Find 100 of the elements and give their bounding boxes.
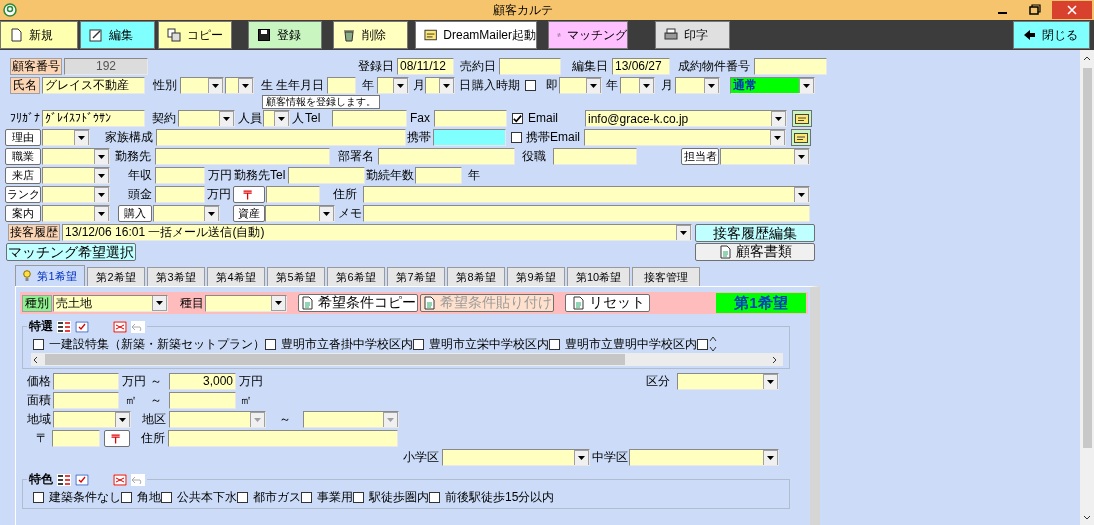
- label-button[interactable]: 理由: [5, 129, 41, 146]
- tab[interactable]: 第5希望: [267, 267, 325, 286]
- field-label: 日: [459, 79, 471, 92]
- checkbox-option[interactable]: 前後駅徒歩15分以内: [429, 488, 555, 506]
- field-label: 年: [362, 79, 374, 92]
- label-button[interactable]: 資産: [233, 205, 265, 222]
- label-button[interactable]: 担当者: [681, 148, 719, 165]
- toolbar-button[interactable]: 閉じる: [1013, 21, 1090, 49]
- tab[interactable]: 第1希望: [15, 265, 85, 286]
- toolbar-button[interactable]: DreamMailer起動: [415, 21, 537, 49]
- checkbox-option[interactable]: 建築条件なし: [33, 488, 121, 506]
- checkbox-option[interactable]: 駅徒歩圏内: [353, 488, 429, 506]
- field-label: 年収: [128, 169, 152, 182]
- field-label: 購入時期: [472, 79, 520, 92]
- checkbox-option[interactable]: 豊明市立栄中学校区内: [413, 335, 549, 353]
- checkbox-option[interactable]: 都市ガス: [237, 488, 301, 506]
- label-button[interactable]: 来店: [5, 167, 41, 184]
- text-field[interactable]: グレイス不動産: [42, 77, 145, 94]
- field-label: 区分: [646, 375, 671, 388]
- toolbar-button[interactable]: 印字: [655, 21, 730, 49]
- field-label: 役職: [522, 150, 547, 163]
- field-label: 家族構成: [105, 131, 153, 144]
- action-button[interactable]: 希望条件コピー: [298, 294, 418, 312]
- tab[interactable]: 第10希望: [567, 267, 630, 286]
- field-label: 人: [292, 112, 304, 125]
- field-label: 住所: [141, 432, 165, 445]
- field-label: 面積: [27, 394, 51, 407]
- checkbox-option[interactable]: 公共本下水: [161, 488, 237, 506]
- field-label: 年: [468, 169, 481, 182]
- field-label: ～: [150, 375, 163, 388]
- field-label: Tel: [305, 112, 322, 125]
- group-title: 特選: [29, 318, 53, 335]
- field-label: ㎡: [125, 394, 138, 407]
- text-field[interactable]: 3,000: [169, 373, 236, 390]
- checkbox-option[interactable]: 豊明市立沓掛中学校区内: [265, 335, 413, 353]
- dropdown[interactable]: info@grace-k.co.jp: [585, 110, 787, 127]
- action-button[interactable]: 接客履歴編集: [695, 223, 815, 242]
- field-label: メモ: [338, 207, 362, 220]
- toolbar-button[interactable]: 削除: [333, 21, 408, 49]
- text-field[interactable]: 08/11/12: [397, 58, 454, 75]
- field-label: 生年月日: [276, 79, 324, 92]
- text-field[interactable]: ｸﾞﾚｲｽﾌﾄﾞｳｻﾝ: [42, 110, 145, 127]
- wish-title: 第1希望: [716, 293, 806, 313]
- field-label: 年: [606, 79, 618, 92]
- field-label: ㎡: [240, 394, 253, 407]
- field-label: 価格: [27, 375, 51, 388]
- field-label: 種別: [22, 294, 52, 312]
- label-button[interactable]: 購入: [118, 205, 152, 222]
- tab[interactable]: 第9希望: [507, 267, 565, 286]
- toolbar-button[interactable]: コピー: [158, 21, 232, 49]
- field-label: ﾌﾘｶﾞﾅ: [10, 112, 40, 125]
- tab[interactable]: 第7希望: [387, 267, 445, 286]
- checkbox-option[interactable]: 豊明市立豊明中学校区内: [549, 335, 697, 353]
- tab[interactable]: 接客管理: [632, 267, 700, 286]
- tab[interactable]: 第8希望: [447, 267, 505, 286]
- toolbar-button[interactable]: マッチング: [548, 21, 628, 49]
- tab[interactable]: 第3希望: [147, 267, 205, 286]
- checkbox-option[interactable]: 角地: [121, 488, 161, 506]
- tab[interactable]: 第6希望: [327, 267, 385, 286]
- checkbox-option[interactable]: 事業用: [301, 488, 353, 506]
- field-label: 売約日: [460, 60, 496, 73]
- field-label: 接客履歴: [8, 224, 60, 241]
- field-label: 氏名: [10, 77, 40, 94]
- field-label: 性別: [153, 79, 177, 92]
- dropdown[interactable]: 通常: [730, 77, 815, 94]
- label-button[interactable]: 案内: [5, 205, 41, 222]
- postal-code-button[interactable]: 〒: [233, 186, 265, 203]
- action-button[interactable]: マッチング希望選択: [6, 242, 136, 261]
- action-button[interactable]: 顧客書類: [695, 242, 815, 261]
- label-button[interactable]: ランク: [5, 186, 41, 203]
- toolbar-button[interactable]: 新規: [0, 21, 78, 49]
- tab[interactable]: 第4希望: [207, 267, 265, 286]
- field-label: 小学区: [403, 451, 440, 464]
- field-label: 万円: [122, 375, 146, 388]
- tab[interactable]: 第2希望: [87, 267, 145, 286]
- label-button[interactable]: 職業: [5, 148, 41, 165]
- text-field[interactable]: 13/06/27: [612, 58, 670, 75]
- field-label: 勤続年数: [366, 169, 414, 182]
- field-label: 即: [546, 79, 558, 92]
- window-title: 顧客カルテ: [491, 1, 554, 19]
- field-label: 登録日: [358, 60, 394, 73]
- field-label: 携帯: [407, 131, 431, 144]
- field-label: 中学区: [592, 451, 628, 464]
- field-label: 〒: [36, 432, 49, 445]
- field-label: 成約物件番号: [678, 60, 750, 73]
- toolbar-button[interactable]: 編集: [80, 21, 155, 49]
- group-title: 特色: [29, 471, 53, 488]
- postal-code-button[interactable]: 〒: [104, 430, 130, 447]
- field-label: ～: [150, 394, 163, 407]
- action-button[interactable]: リセット: [565, 294, 650, 312]
- field-label: 編集日: [572, 60, 608, 73]
- field-label: 人員: [238, 112, 262, 125]
- dropdown[interactable]: 売土地: [53, 294, 168, 312]
- tooltip: 顧客情報を登録します。: [262, 95, 380, 109]
- checkbox-option[interactable]: 一建設特集（新築・新築セットプラン）: [33, 335, 265, 353]
- field-label: 携帯Email: [526, 131, 581, 144]
- field-label: 勤務先Tel: [234, 169, 287, 182]
- toolbar-button[interactable]: 登録: [248, 21, 322, 49]
- field-label: 勤務先: [115, 150, 152, 163]
- dropdown[interactable]: 13/12/06 16:01 一括メール送信(自動): [62, 224, 692, 241]
